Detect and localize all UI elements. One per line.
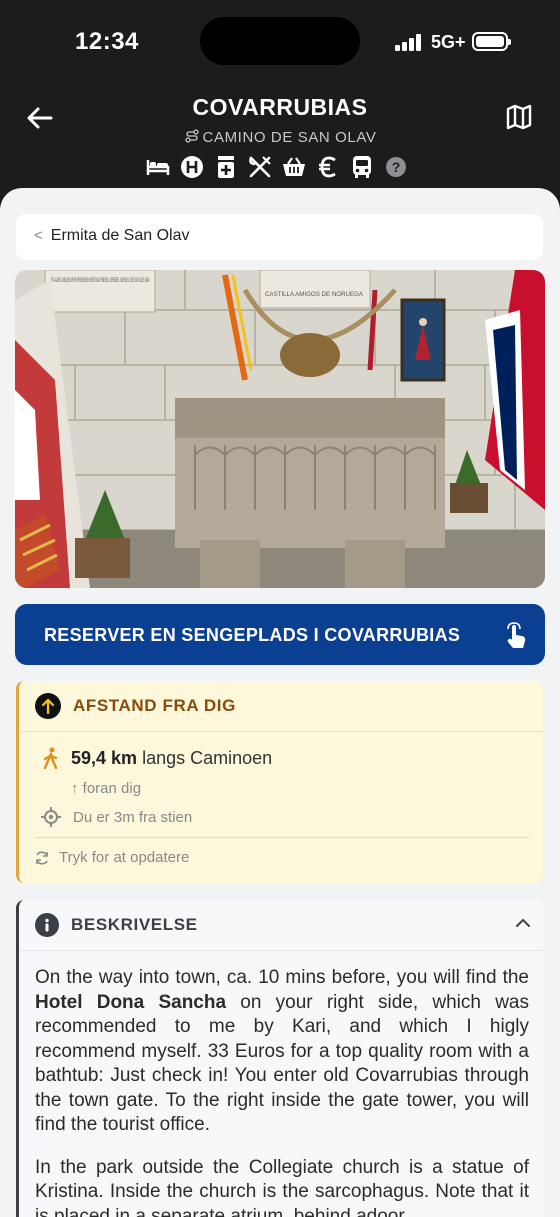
divider [35,837,529,838]
description-text: On the way into town, ca. 10 mins before… [35,967,529,988]
walking-icon [43,747,58,769]
services-row: ? [146,154,408,180]
book-bed-button[interactable]: RESERVER EN SENGEPLADS I COVARRUBIAS [15,604,545,665]
up-arrow-icon [35,693,61,719]
refresh-icon [36,850,48,865]
chevron-left-icon: < [34,227,43,244]
tap-hand-icon [507,622,526,648]
page-title: COVARRUBIAS [192,94,368,120]
offtrail-row: Du er 3m fra stien [41,807,192,827]
breadcrumb[interactable]: < Ermita de San Olav [16,214,543,260]
network-label: 5G+ [431,32,466,52]
battery-icon [472,32,511,51]
distance-along: langs Caminoen [142,747,273,768]
book-bed-label: RESERVER EN SENGEPLADS I COVARRUBIAS [44,625,461,645]
refresh-button[interactable]: Tryk for at opdatere [35,849,189,866]
direction-text: ↑ foran dig [71,780,142,797]
offtrail-text: Du er 3m fra stien [73,808,193,826]
signal-icon [395,33,425,51]
description-paragraph: On the way into town, ca. 10 mins before… [35,966,529,1138]
help-icon[interactable]: ? [384,155,408,179]
dynamic-island [200,17,360,65]
chevron-up-icon[interactable] [515,916,531,930]
photo-illustration: 750-AARS JUBILEUM FOR PRINSESSE KRISTINA… [15,270,545,588]
atm-euro-icon[interactable] [316,155,340,179]
distance-km: 59,4 km [71,747,138,768]
description-header[interactable]: BESKRIVELSE [35,911,198,939]
distance-row: 59,4 km langs Caminoen [41,747,272,769]
description-text: on your right side, which was recommende… [35,991,529,1136]
shop-icon[interactable] [282,155,306,179]
plaque-right-text: CASTILLA AMIGOS DE NORUEGA [265,292,363,298]
pharmacy-icon[interactable] [214,155,238,179]
description-card: BESKRIVELSE On the way into town, ca. 10… [16,900,543,1217]
status-bar: 12:34 5G+ [0,0,560,84]
description-paragraph: In the park outside the Collegiate churc… [35,1156,529,1217]
route-name: CAMINO DE SAN OLAV [0,129,560,146]
status-time: 12:34 [75,28,139,55]
description-body: On the way into town, ca. 10 mins before… [35,966,529,1217]
divider [19,950,543,951]
distance-title: AFSTAND FRA DIG [73,696,236,715]
distance-card: AFSTAND FRA DIG 59,4 km langs Caminoen ↑… [16,681,543,883]
info-icon [35,913,59,937]
distance-header: AFSTAND FRA DIG [35,693,236,719]
breadcrumb-label: Ermita de San Olav [50,227,190,244]
svg-text:?: ? [392,159,401,175]
plaque-left-text: 750-AARS JUBILEUM FOR PRINSESSE KRISTINA… [51,278,149,284]
description-title: BESKRIVELSE [71,915,198,934]
location-photo[interactable]: 750-AARS JUBILEUM FOR PRINSESSE KRISTINA… [15,270,545,588]
hotel-icon[interactable] [180,155,204,179]
content-sheet: < Ermita de San Olav 750-AARS JUBILEUM FO… [0,188,560,1217]
location-target-icon [41,807,61,827]
map-icon[interactable] [504,102,534,132]
refresh-label: Tryk for at opdatere [59,849,190,866]
app-header: COVARRUBIAS CAMINO DE SAN OLAV ? [0,84,560,188]
route-label: CAMINO DE SAN OLAV [202,129,377,146]
bus-icon[interactable] [350,155,374,179]
route-icon [184,129,199,143]
restaurant-icon[interactable] [248,155,272,179]
hotel-name: Hotel Dona Sancha [35,991,227,1013]
bed-icon[interactable] [146,155,170,179]
divider [19,731,543,732]
